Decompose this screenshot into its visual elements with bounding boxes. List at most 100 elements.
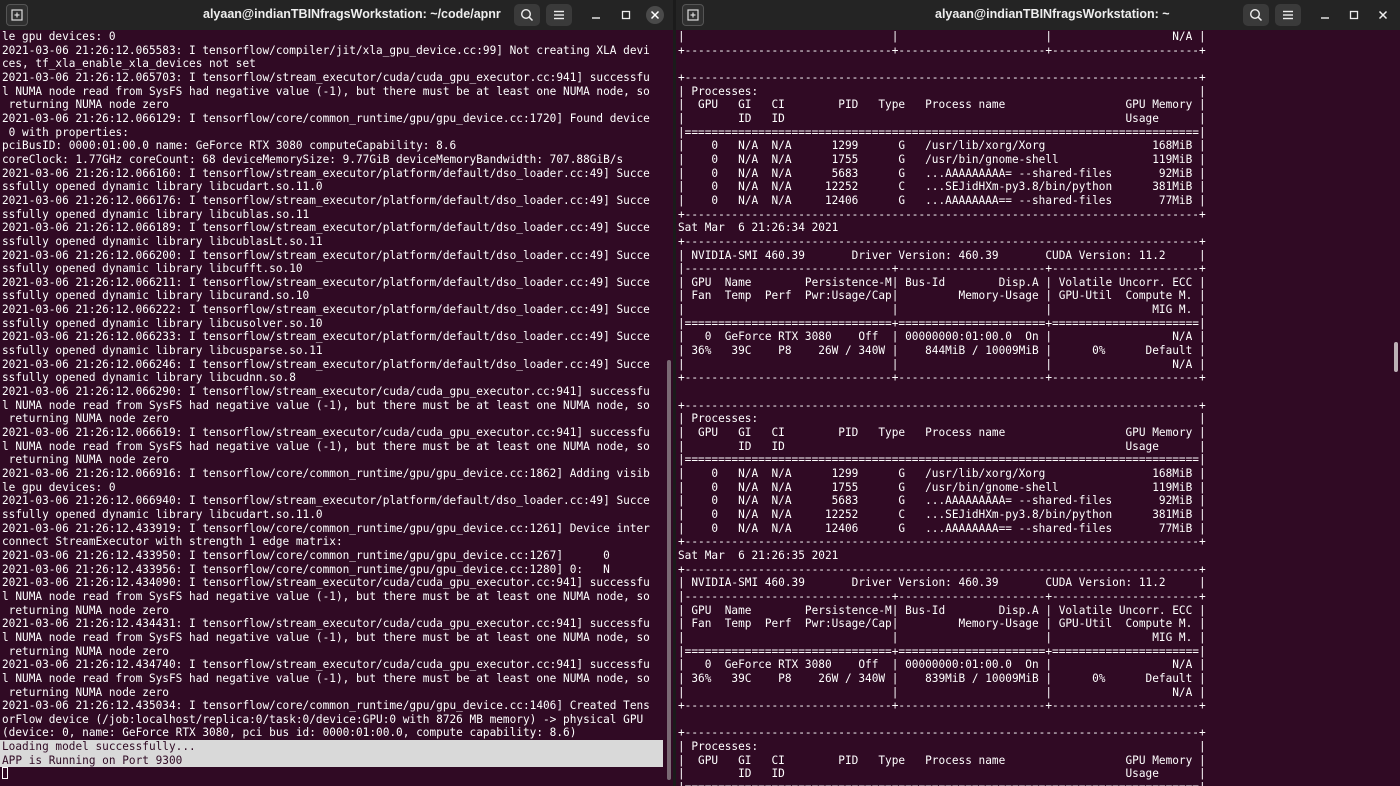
terminal-line: 2021-03-06 21:26:12.066290: I tensorflow… [2,385,650,399]
terminal-line: | 0 GeForce RTX 3080 Off | 00000000:01:0… [678,330,1206,344]
terminal-line: | 0 N/A N/A 12252 C ...SEJidHXm-py3.8/bi… [678,180,1206,194]
terminal-line: 2021-03-06 21:26:12.434740: I tensorflow… [2,658,650,672]
terminal-line: +-------------------------------+-------… [678,43,1206,57]
terminal-line: 2021-03-06 21:26:12.066233: I tensorflow… [2,330,650,344]
terminal-output[interactable]: | | | N/A | +----------------------------… [676,30,1400,786]
terminal-line: | Processes: | [678,740,1206,754]
terminal-line: |=======================================… [678,125,1206,139]
terminal-line: 2021-03-06 21:26:12.066160: I tensorflow… [2,166,650,180]
terminal-line: le gpu devices: 0 [2,480,116,494]
terminal-line: | 0 N/A N/A 1755 G /usr/bin/gnome-shell … [678,480,1206,494]
window-title: alyaan@indianTBINfragsWorkstation: ~/cod… [203,7,501,21]
terminal-line: |=======================================… [678,453,1206,467]
terminal-line: l NUMA node read from SysFS had negative… [2,589,650,603]
terminal-line: 2021-03-06 21:26:12.434090: I tensorflow… [2,576,650,590]
terminal-line: | Fan Temp Perf Pwr:Usage/Cap| Memory-Us… [678,617,1206,631]
terminal-line: | GPU Name Persistence-M| Bus-Id Disp.A … [678,275,1206,289]
terminal-line: ces, tf_xla_enable_xla_devices not set [2,57,256,71]
terminal-line: +---------------------------------------… [678,562,1206,576]
terminal-output[interactable]: le gpu devices: 0 2021-03-06 21:26:12.065… [0,30,663,786]
right-title-bar[interactable]: alyaan@indianTBINfragsWorkstation: ~ [676,0,1400,30]
terminal-line: | ID ID Usage | [678,439,1206,453]
maximize-icon[interactable] [617,6,635,24]
terminal-line: | | | N/A | [678,685,1206,699]
terminal-line: ssfully opened dynamic library libcusolv… [2,316,323,330]
terminal-line: APP is Running on Port 9300 [0,753,663,768]
terminal-line: |=======================================… [678,781,1400,786]
terminal-line: Loading model successfully... [0,740,663,754]
terminal-line: | | | N/A | [678,357,1206,371]
terminal-line: |===============================+=======… [678,316,1206,330]
terminal-line: l NUMA node read from SysFS had negative… [2,84,650,98]
hamburger-menu-icon[interactable] [546,4,572,26]
terminal-line: orFlow device (/job:localhost/replica:0/… [2,712,644,726]
terminal-line: +-------------------------------+-------… [678,371,1206,385]
terminal-line: ssfully opened dynamic library libcurand… [2,289,310,303]
terminal-line: ssfully opened dynamic library libcublas… [2,207,310,221]
window-title: alyaan@indianTBINfragsWorkstation: ~ [935,7,1170,21]
scrollbar[interactable] [1394,342,1398,372]
terminal-line: returning NUMA node zero [2,412,169,426]
terminal-line: 2021-03-06 21:26:12.066211: I tensorflow… [2,275,650,289]
terminal-line: 2021-03-06 21:26:12.065583: I tensorflow… [2,43,650,57]
terminal-line: pciBusID: 0000:01:00.0 name: GeForce RTX… [2,139,457,153]
terminal-line: | 0 N/A N/A 1299 G /usr/lib/xorg/Xorg 16… [678,139,1206,153]
terminal-line: 2021-03-06 21:26:12.066129: I tensorflow… [2,111,650,125]
terminal-line: | GPU GI CI PID Type Process name GPU Me… [678,426,1206,440]
terminal-line: coreClock: 1.77GHz coreCount: 68 deviceM… [2,152,624,166]
hamburger-menu-icon[interactable] [1275,4,1301,26]
terminal-line: Sat Mar 6 21:26:35 2021 [678,548,839,562]
terminal-line: 2021-03-06 21:26:12.433956: I tensorflow… [2,562,610,576]
terminal-line: 2021-03-06 21:26:12.066200: I tensorflow… [2,248,650,262]
scrollbar[interactable] [667,360,671,780]
terminal-line: | 36% 39C P8 26W / 340W | 844MiB / 10009… [678,344,1206,358]
terminal-line: | Processes: | [678,412,1206,426]
terminal-line: 2021-03-06 21:26:12.065703: I tensorflow… [2,70,650,84]
terminal-line: returning NUMA node zero [2,644,169,658]
terminal-line: 2021-03-06 21:26:12.434431: I tensorflow… [2,617,650,631]
terminal-line: 2021-03-06 21:26:12.066619: I tensorflow… [2,426,650,440]
terminal-line: | 0 N/A N/A 1755 G /usr/bin/gnome-shell … [678,152,1206,166]
close-icon[interactable] [646,6,664,24]
new-tab-icon[interactable] [6,4,28,26]
terminal-line: l NUMA node read from SysFS had negative… [2,671,650,685]
left-title-bar[interactable]: alyaan@indianTBINfragsWorkstation: ~/cod… [0,0,673,30]
left-terminal-window[interactable]: alyaan@indianTBINfragsWorkstation: ~/cod… [0,0,673,786]
terminal-line: returning NUMA node zero [2,98,169,112]
terminal-line: | ID ID Usage | [678,767,1206,781]
terminal-line: | | | MIG M. | [678,303,1206,317]
terminal-line: | Processes: | [678,84,1206,98]
right-terminal-window[interactable]: alyaan@indianTBINfragsWorkstation: ~ | |… [676,0,1400,786]
terminal-cursor [2,767,8,780]
search-icon[interactable] [514,4,540,26]
new-tab-icon[interactable] [682,4,704,26]
terminal-line: 2021-03-06 21:26:12.433919: I tensorflow… [2,521,650,535]
terminal-line: returning NUMA node zero [2,453,169,467]
terminal-line: ssfully opened dynamic library libcudnn.… [2,371,296,385]
terminal-line: 2021-03-06 21:26:12.066916: I tensorflow… [2,467,650,480]
terminal-line: l NUMA node read from SysFS had negative… [2,630,650,644]
terminal-log: le gpu devices: 0 2021-03-06 21:26:12.065… [0,30,663,740]
terminal-line: | GPU GI CI PID Type Process name GPU Me… [678,98,1206,112]
minimize-icon[interactable] [587,6,605,24]
terminal-line: 2021-03-06 21:26:12.066176: I tensorflow… [2,193,650,207]
minimize-icon[interactable] [1316,6,1334,24]
terminal-line: 2021-03-06 21:26:12.066940: I tensorflow… [2,494,650,508]
terminal-line: | 0 N/A N/A 12406 G ...AAAAAAAA== --shar… [678,521,1206,535]
close-icon[interactable] [1374,6,1392,24]
search-icon[interactable] [1243,4,1269,26]
terminal-line: returning NUMA node zero [2,603,169,617]
terminal-line: |===============================+=======… [678,644,1206,658]
terminal-line: | 0 N/A N/A 5683 G ...AAAAAAAAA= --share… [678,166,1206,180]
terminal-line: +---------------------------------------… [678,726,1206,740]
prompt-line[interactable] [0,767,663,781]
terminal-line: l NUMA node read from SysFS had negative… [2,439,650,453]
terminal-line: connect StreamExecutor with strength 1 e… [2,535,343,549]
terminal-line: returning NUMA node zero [2,685,169,699]
maximize-icon[interactable] [1345,6,1363,24]
terminal-line: l NUMA node read from SysFS had negative… [2,398,650,412]
terminal-line: | 0 GeForce RTX 3080 Off | 00000000:01:0… [678,658,1206,672]
terminal-line: ssfully opened dynamic library libcuspar… [2,344,323,358]
terminal-line: Sat Mar 6 21:26:34 2021 [678,221,839,235]
